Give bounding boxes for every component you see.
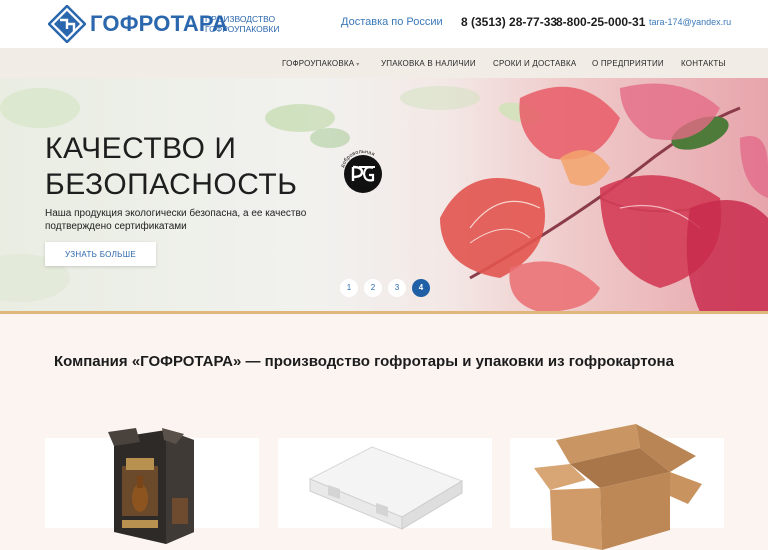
slider-dot-3[interactable]: 3 (388, 279, 406, 297)
main-nav: ГОФРОУПАКОВКА ▾ УПАКОВКА В НАЛИЧИИ СРОКИ … (0, 48, 768, 78)
site-header: ГОФРОТАРА ПРОИЗВОДСТВО ГОФРОУПАКОВКИ Дос… (0, 0, 768, 48)
section-title: Компания «ГОФРОТАРА» — производство гофр… (54, 353, 674, 370)
nav-item-about[interactable]: О ПРЕДПРИЯТИИ (592, 59, 664, 68)
hero-slider: КАЧЕСТВО И БЕЗОПАСНОСТЬ Наша продукция э… (0, 78, 768, 312)
nav-item-corrugated-packaging[interactable]: ГОФРОУПАКОВКА ▾ (282, 59, 360, 68)
slider-dot-4[interactable]: 4 (412, 279, 430, 297)
phone-primary[interactable]: 8 (3513) 28-77-33 (461, 15, 557, 29)
nav-item-contacts[interactable]: КОНТАКТЫ (681, 59, 726, 68)
hero-title-line1: КАЧЕСТВО И (45, 132, 237, 165)
delivery-link[interactable]: Доставка по России (341, 16, 443, 28)
hero-description: Наша продукция экологически безопасна, а… (45, 208, 307, 232)
phone-secondary[interactable]: 8-800-25-000-31 (556, 15, 645, 29)
hero-divider (0, 311, 768, 314)
nav-item-delivery[interactable]: СРОКИ И ДОСТАВКА (493, 59, 576, 68)
nav-item-in-stock[interactable]: УПАКОВКА В НАЛИЧИИ (381, 59, 476, 68)
logo-icon[interactable] (48, 5, 86, 43)
learn-more-button[interactable]: УЗНАТЬ БОЛЬШЕ (45, 242, 156, 266)
email-link[interactable]: tara-174@yandex.ru (649, 17, 731, 27)
nav-item-label: ГОФРОУПАКОВКА (282, 59, 355, 68)
logo-tagline-line1: ПРОИЗВОДСТВО (205, 14, 276, 24)
hero-title-line2: БЕЗОПАСНОСТЬ (45, 168, 298, 201)
hero-title: КАЧЕСТВО И БЕЗОПАСНОСТЬ (45, 131, 345, 203)
slider-dot-1[interactable]: 1 (340, 279, 358, 297)
slider-dot-2[interactable]: 2 (364, 279, 382, 297)
kraft-cardboard-box-image[interactable] (530, 420, 702, 550)
certification-badge-icon: добровольная сертификация (340, 149, 382, 193)
white-pizza-box-image[interactable] (306, 445, 466, 545)
logo-tagline-line2: ГОФРОУПАКОВКИ (205, 24, 280, 34)
chevron-down-icon: ▾ (356, 62, 360, 68)
logo-tagline: ПРОИЗВОДСТВО ГОФРОУПАКОВКИ (205, 14, 279, 34)
whisky-gift-box-image[interactable] (106, 428, 198, 550)
